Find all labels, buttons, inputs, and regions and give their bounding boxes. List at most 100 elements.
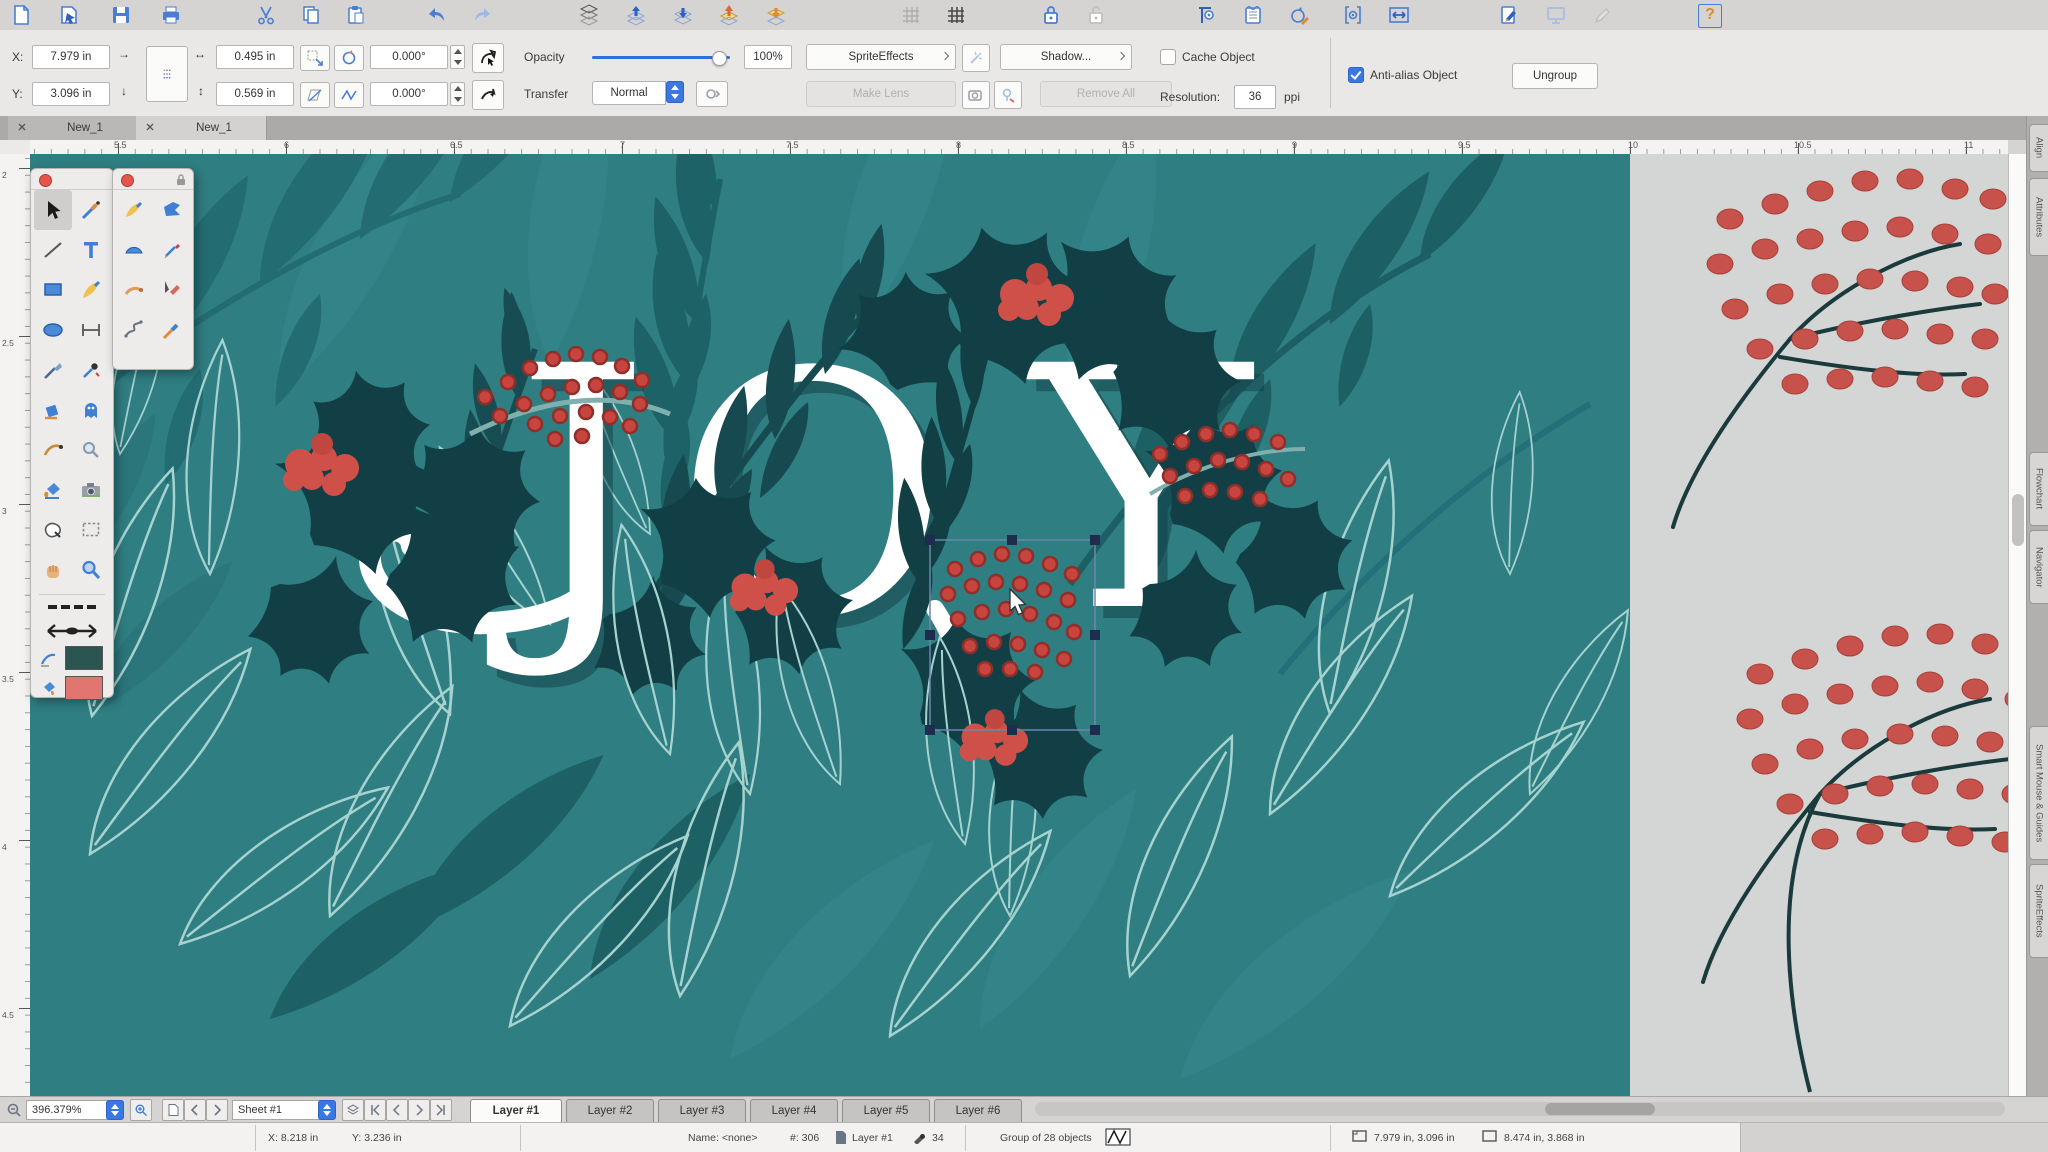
- close-tab-icon[interactable]: [18, 122, 26, 134]
- slant-button[interactable]: [334, 82, 364, 108]
- transfer-mode-dropdown[interactable]: [666, 81, 684, 103]
- last-layer-button[interactable]: [430, 1099, 452, 1121]
- close-palette-icon[interactable]: [39, 174, 52, 187]
- hand-tool[interactable]: [34, 550, 72, 590]
- spiral-tool[interactable]: [115, 310, 153, 350]
- close-palette-icon[interactable]: [121, 174, 134, 187]
- lens-camera-button[interactable]: [962, 81, 990, 109]
- presentation-icon[interactable]: [1545, 4, 1567, 26]
- feather-tool[interactable]: [72, 270, 110, 310]
- dash-style-selector[interactable]: [31, 595, 113, 619]
- eyedropper-tool[interactable]: [72, 350, 110, 390]
- rotation-input[interactable]: 0.000°: [370, 45, 448, 69]
- horizontal-scrollbar[interactable]: [1035, 1102, 2005, 1116]
- document-tab-active[interactable]: New_1: [136, 116, 267, 140]
- stroke-color-swatch[interactable]: [65, 646, 103, 670]
- grid-show-icon[interactable]: [900, 4, 922, 26]
- side-tab-align[interactable]: Align: [2029, 124, 2048, 172]
- make-lens-button[interactable]: Make Lens: [806, 81, 956, 107]
- transfer-mode-value[interactable]: Normal: [592, 81, 666, 105]
- airbrush-tool[interactable]: [153, 310, 191, 350]
- layer-options-button[interactable]: [342, 1099, 364, 1121]
- paintbrush-tool[interactable]: [72, 190, 110, 230]
- transfer-options-button[interactable]: [696, 81, 728, 107]
- tool-palette[interactable]: [30, 168, 114, 698]
- remove-all-button[interactable]: Remove All: [1040, 81, 1172, 107]
- vertical-scrollbar-thumb[interactable]: [2012, 494, 2024, 546]
- send-to-back-icon[interactable]: [765, 4, 787, 26]
- x-input[interactable]: 7.979 in: [32, 45, 110, 69]
- layer-tab-3[interactable]: Layer #3: [658, 1099, 746, 1122]
- secondary-tool-palette[interactable]: [112, 168, 194, 370]
- vertical-scrollbar[interactable]: [2008, 154, 2027, 1096]
- fill-color-row[interactable]: [31, 673, 113, 703]
- rotation-stepper[interactable]: [450, 45, 465, 69]
- push-path-tool[interactable]: [115, 270, 153, 310]
- polygon-tool[interactable]: [153, 190, 191, 230]
- rotate-button[interactable]: [334, 45, 364, 71]
- fill-color-swatch[interactable]: [65, 676, 103, 700]
- undo-icon[interactable]: [425, 4, 447, 26]
- marquee-tool[interactable]: [72, 510, 110, 550]
- redo-icon[interactable]: [472, 4, 494, 26]
- dimension-tool[interactable]: [72, 310, 110, 350]
- side-tab-navigator[interactable]: Navigator: [2029, 530, 2048, 604]
- new-sheet-button[interactable]: [162, 1099, 184, 1121]
- next-layer-button[interactable]: [408, 1099, 430, 1121]
- ungroup-button[interactable]: Ungroup: [1512, 63, 1598, 89]
- resolution-input[interactable]: 36: [1234, 85, 1276, 109]
- text-tool[interactable]: [72, 230, 110, 270]
- notes-icon[interactable]: [1242, 4, 1264, 26]
- side-tab-smart-mouse[interactable]: Smart Mouse & Guides: [2029, 726, 2048, 860]
- cut-icon[interactable]: [255, 4, 277, 26]
- ruler-corner[interactable]: [0, 140, 31, 155]
- pointer-tool[interactable]: [34, 190, 72, 230]
- print-icon[interactable]: [160, 4, 182, 26]
- help-icon[interactable]: ?: [1698, 4, 1722, 28]
- ink-bottle-tool[interactable]: [34, 390, 72, 430]
- line-tool[interactable]: [34, 230, 72, 270]
- first-layer-button[interactable]: [364, 1099, 386, 1121]
- new-document-icon[interactable]: [10, 4, 32, 26]
- slice-tool[interactable]: [153, 270, 191, 310]
- zoom-level-input[interactable]: 396.379%: [26, 1100, 111, 1120]
- lock-palette-icon[interactable]: [175, 173, 187, 186]
- knife-tool[interactable]: [34, 350, 72, 390]
- close-tab-icon[interactable]: [146, 122, 154, 134]
- anchor-point-grid[interactable]: [146, 46, 188, 102]
- bring-to-front-icon[interactable]: [718, 4, 740, 26]
- annotation-pen-icon[interactable]: [1592, 4, 1614, 26]
- ellipse-tool[interactable]: [34, 310, 72, 350]
- gear-settings-icon[interactable]: [1342, 4, 1364, 26]
- new-from-template-icon[interactable]: [58, 4, 80, 26]
- sheet-selector[interactable]: Sheet #1: [232, 1100, 323, 1120]
- side-tab-spriteeffects[interactable]: SpriteEffects: [2029, 864, 2048, 958]
- antialias-checkbox[interactable]: [1348, 67, 1364, 83]
- layer-tab-4[interactable]: Layer #4: [750, 1099, 838, 1122]
- lock-icon[interactable]: [1040, 4, 1062, 26]
- send-backward-icon[interactable]: [672, 4, 694, 26]
- arc-tool[interactable]: [115, 230, 153, 270]
- grid-snap-icon[interactable]: [945, 4, 967, 26]
- arrow-style-selector[interactable]: [31, 619, 113, 643]
- y-input[interactable]: 3.096 in: [32, 82, 110, 106]
- layer-tab-5[interactable]: Layer #5: [842, 1099, 930, 1122]
- shadow-button[interactable]: Shadow...: [1000, 44, 1132, 70]
- side-tab-attributes[interactable]: Attributes: [2029, 178, 2048, 256]
- opacity-slider[interactable]: [592, 56, 730, 59]
- rotate-pick-button[interactable]: [472, 43, 504, 73]
- save-icon[interactable]: [110, 4, 132, 26]
- prev-sheet-button[interactable]: [184, 1099, 206, 1121]
- paint-bucket-tool[interactable]: [34, 470, 72, 510]
- side-tab-flowchart[interactable]: Flowchart: [2029, 452, 2048, 526]
- brush-settings-icon[interactable]: [1498, 4, 1520, 26]
- height-input[interactable]: 0.569 in: [216, 82, 294, 106]
- copy-icon[interactable]: [300, 4, 322, 26]
- camera-tool[interactable]: [72, 470, 110, 510]
- pen-tool[interactable]: [34, 430, 72, 470]
- layer-tab-2[interactable]: Layer #2: [566, 1099, 654, 1122]
- document-tab[interactable]: New_1: [8, 116, 137, 140]
- smudge-tool[interactable]: [115, 190, 153, 230]
- rotate-object-icon[interactable]: [1288, 4, 1310, 26]
- palette-titlebar[interactable]: [31, 169, 113, 190]
